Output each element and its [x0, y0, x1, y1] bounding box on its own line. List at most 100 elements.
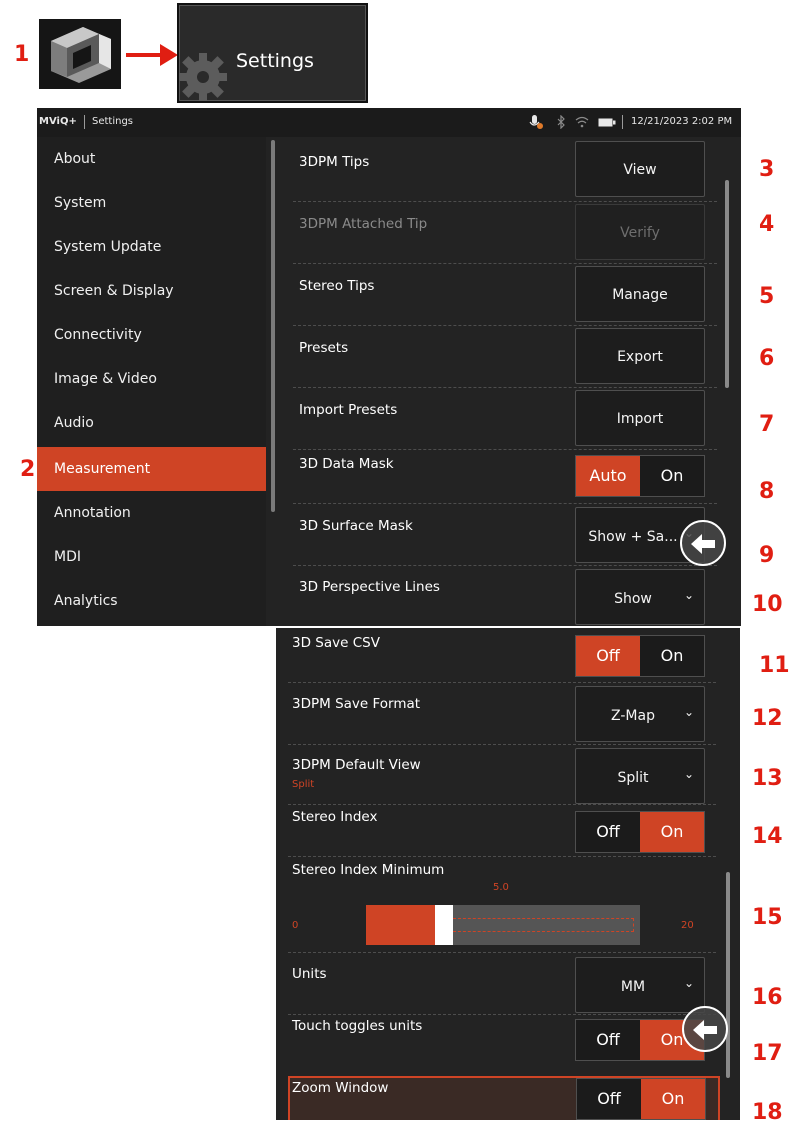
- setting-label: Units: [292, 966, 327, 982]
- callout-number: 18: [752, 1100, 783, 1125]
- callout-number: 6: [759, 346, 775, 371]
- back-arrow-icon[interactable]: [680, 520, 726, 566]
- setting-label: 3DPM Tips: [299, 154, 370, 170]
- save-format-dropdown[interactable]: Z-Map ⌄: [575, 686, 705, 742]
- setting-label: Presets: [299, 340, 349, 356]
- callout-number: 9: [759, 543, 775, 568]
- toggle-on[interactable]: On: [640, 456, 704, 496]
- row-divider: [288, 952, 716, 953]
- sidebar: About System System Update Screen & Disp…: [37, 137, 266, 626]
- row-divider: [293, 263, 717, 264]
- callout-number: 5: [759, 284, 775, 309]
- callout-number: 15: [752, 905, 783, 930]
- separator: [84, 115, 85, 129]
- sidebar-item-connectivity[interactable]: Connectivity: [37, 313, 266, 357]
- import-presets-button[interactable]: Import: [575, 390, 705, 446]
- content-scrollbar[interactable]: [726, 872, 730, 1078]
- callout-number: 1: [14, 42, 30, 67]
- slider-max: 20: [681, 920, 694, 931]
- button-label: Manage: [612, 287, 668, 303]
- wifi-icon: [575, 116, 589, 131]
- toggle-off[interactable]: Off: [577, 1079, 641, 1119]
- setting-label: Stereo Index: [292, 809, 378, 825]
- callout-number: 16: [752, 985, 783, 1010]
- sidebar-item-label: Audio: [54, 415, 94, 431]
- callout-number: 14: [752, 824, 783, 849]
- view-tips-button[interactable]: View: [575, 141, 705, 197]
- callout-number: 3: [759, 157, 775, 182]
- setting-label: Stereo Tips: [299, 278, 375, 294]
- sidebar-item-image-video[interactable]: Image & Video: [37, 357, 266, 401]
- battery-icon: [598, 118, 616, 130]
- settings-tile-label: Settings: [236, 50, 314, 72]
- default-view-dropdown[interactable]: Split ⌄: [575, 748, 705, 804]
- status-datetime: 12/21/2023 2:02 PM: [631, 116, 733, 127]
- sidebar-item-label: System Update: [54, 239, 162, 255]
- sidebar-item-label: Annotation: [54, 505, 131, 521]
- toggle-auto[interactable]: Auto: [576, 456, 640, 496]
- settings-screen-bottom: 3D Save CSV Off On 3DPM Save Format Z-Ma…: [276, 628, 740, 1120]
- sidebar-item-mdi[interactable]: MDI: [37, 535, 266, 579]
- bluetooth-icon: [556, 114, 566, 132]
- toggle-on[interactable]: On: [641, 1079, 705, 1119]
- sidebar-item-annotation[interactable]: Annotation: [37, 491, 266, 535]
- toggle-off[interactable]: Off: [576, 1020, 640, 1060]
- sidebar-item-screen-display[interactable]: Screen & Display: [37, 269, 266, 313]
- save-csv-toggle[interactable]: Off On: [575, 635, 705, 677]
- app-cube-icon[interactable]: [39, 19, 121, 89]
- chevron-down-icon: ⌄: [683, 588, 694, 602]
- units-dropdown[interactable]: MM ⌄: [575, 957, 705, 1013]
- slider-min: 0: [292, 920, 299, 931]
- sidebar-item-label: MDI: [54, 549, 81, 565]
- row-divider: [288, 744, 716, 745]
- setting-label: Import Presets: [299, 402, 398, 418]
- sidebar-item-about[interactable]: About: [37, 137, 266, 181]
- row-divider: [288, 682, 716, 683]
- back-arrow-icon[interactable]: [682, 1006, 728, 1052]
- arrow-right-icon: [124, 42, 178, 72]
- setting-label: 3DPM Default View: [292, 757, 421, 773]
- chevron-down-icon: ⌄: [683, 976, 694, 990]
- verify-tip-button[interactable]: Verify: [575, 204, 705, 260]
- stereo-index-toggle[interactable]: Off On: [575, 811, 705, 853]
- toggle-on[interactable]: On: [640, 636, 704, 676]
- callout-number: 12: [752, 706, 783, 731]
- sidebar-item-label: System: [54, 195, 107, 211]
- stereo-index-slider[interactable]: [366, 905, 640, 945]
- sidebar-item-measurement[interactable]: Measurement: [37, 447, 266, 491]
- toggle-on[interactable]: On: [640, 812, 704, 852]
- sidebar-item-system-update[interactable]: System Update: [37, 225, 266, 269]
- sidebar-item-label: Screen & Display: [54, 283, 174, 299]
- content-scrollbar[interactable]: [725, 180, 729, 388]
- button-label: Export: [617, 349, 663, 365]
- status-bar: MViQ+ Settings 12/21/2023 2:02 PM: [37, 108, 741, 137]
- setting-label: Touch toggles units: [292, 1018, 423, 1034]
- manage-stereo-tips-button[interactable]: Manage: [575, 266, 705, 322]
- sidebar-item-audio[interactable]: Audio: [37, 401, 266, 445]
- chevron-down-icon: ⌄: [683, 767, 694, 781]
- callout-number: 13: [752, 766, 783, 791]
- setting-sublabel: Split: [292, 779, 315, 790]
- button-label: View: [623, 162, 657, 178]
- slider-handle[interactable]: [435, 905, 453, 945]
- settings-screen-top: MViQ+ Settings 12/21/2023 2:02 PM About …: [37, 108, 741, 626]
- data-mask-toggle[interactable]: Auto On: [575, 455, 705, 497]
- sidebar-item-system[interactable]: System: [37, 181, 266, 225]
- toggle-off[interactable]: Off: [576, 636, 640, 676]
- perspective-lines-dropdown[interactable]: Show ⌄: [575, 569, 705, 625]
- row-divider: [288, 1014, 716, 1015]
- status-section: Settings: [92, 116, 134, 127]
- sidebar-item-analytics[interactable]: Analytics: [37, 579, 266, 623]
- zoom-window-toggle[interactable]: Off On: [576, 1078, 706, 1120]
- slider-track: [453, 918, 634, 932]
- setting-label: 3D Data Mask: [299, 456, 394, 472]
- toggle-off[interactable]: Off: [576, 812, 640, 852]
- export-presets-button[interactable]: Export: [575, 328, 705, 384]
- sidebar-scrollbar[interactable]: [271, 140, 275, 512]
- row-divider: [288, 856, 716, 857]
- row-divider: [293, 565, 717, 566]
- mic-icon: [529, 114, 543, 133]
- setting-label: 3D Surface Mask: [299, 518, 413, 534]
- settings-tile[interactable]: Settings: [177, 3, 368, 103]
- sidebar-item-label: Connectivity: [54, 327, 142, 343]
